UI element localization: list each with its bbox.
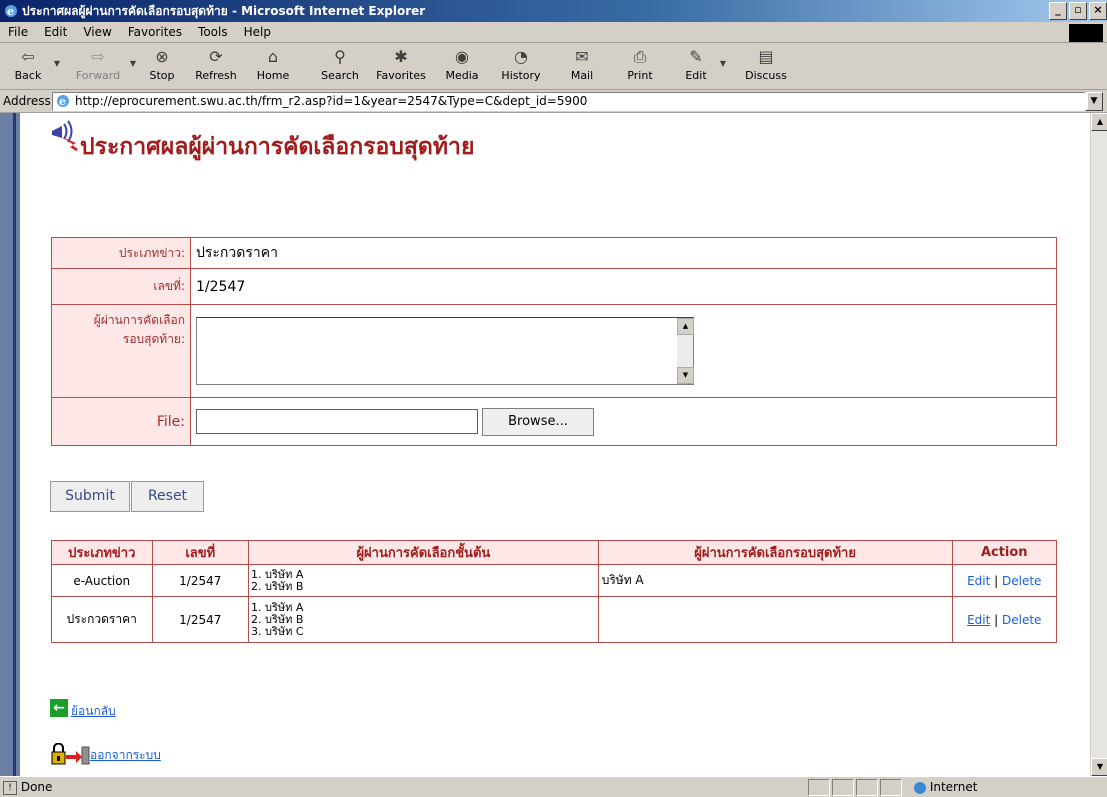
scroll-up-icon[interactable]: ▲ [677,318,694,335]
number-label: เลขที่: [51,268,191,305]
submit-button[interactable]: Submit [50,481,130,512]
print-button[interactable]: ⎙ Print [620,45,660,87]
page-scrollbar[interactable]: ▲ ▼ [1090,113,1107,776]
menu-edit[interactable]: Edit [36,25,75,39]
address-dropdown-icon[interactable]: ▼ [1085,92,1103,111]
back-button[interactable]: ⇦ Back ▼ [6,45,60,87]
results-table: ประเภทข่าว เลขที่ ผู้ผ่านการคัดเลือกชั้น… [51,540,1058,643]
media-button[interactable]: ◉ Media [438,45,486,87]
page-viewport: ประกาศผลผู้ผ่านการคัดเลือกรอบสุดท้าย ประ… [0,113,1090,776]
col-type: ประเภทข่าว [51,540,153,565]
address-bar: Address e http://eprocurement.swu.ac.th/… [0,90,1107,113]
forward-arrow-icon: ⇨ [91,47,105,66]
toolbar: ⇦ Back ▼ ⇨ Forward ▼ ⊗ Stop ⟳ Refresh ⌂ Home ⚲ S… [0,43,1107,90]
col-initial: ผู้ผ่านการคัดเลือกชั้นต้น [248,540,599,565]
search-button[interactable]: ⚲ Search [314,45,366,87]
browse-button[interactable]: Browse... [482,407,594,436]
menu-favorites[interactable]: Favorites [120,25,190,39]
svg-text:e: e [7,5,14,18]
delete-link[interactable]: Delete [1002,613,1041,627]
back-arrow-icon: ⇦ [21,47,35,66]
scroll-down-icon[interactable]: ▼ [1091,758,1107,776]
table-row: e-Auction 1/2547 1. บริษัท A 2. บริษัท B… [51,564,1058,597]
col-action: Action [951,540,1058,565]
security-zone: Internet [914,780,977,794]
edit-button[interactable]: ✎ Edit ▼ [676,45,726,87]
home-button[interactable]: ⌂ Home [250,45,296,87]
final-candidates-textarea[interactable]: ▲ ▼ [196,317,694,385]
menu-file[interactable]: File [0,25,36,39]
menu-tools[interactable]: Tools [190,25,236,39]
status-text: ! Done [3,780,52,795]
type-value: ประกวดราคา [190,237,1057,269]
menu-help[interactable]: Help [236,25,279,39]
file-input[interactable] [196,409,478,434]
type-label: ประเภทข่าว: [51,237,191,269]
refresh-button[interactable]: ⟳ Refresh [188,45,244,87]
title-bar: e ประกาศผลผู้ผ่านการคัดเลือกรอบสุดท้าย -… [0,0,1107,22]
discuss-icon: ▤ [758,47,774,66]
back-link[interactable]: ← ย้อนกลับ [50,694,116,721]
table-row: ประกวดราคา 1/2547 1. บริษัท A 2. บริษัท … [51,596,1058,643]
refresh-icon: ⟳ [209,47,223,66]
edit-link[interactable]: Edit [967,574,990,588]
window-title: ประกาศผลผู้ผ่านการคัดเลือกรอบสุดท้าย - M… [22,4,426,18]
page-title: ประกาศผลผู้ผ่านการคัดเลือกรอบสุดท้าย [80,134,475,160]
ie-icon: e [5,5,17,18]
address-label: Address [3,94,51,108]
address-url: http://eprocurement.swu.ac.th/frm_r2.asp… [75,94,588,108]
print-icon: ⎙ [633,47,647,66]
left-decor-bar [0,113,20,776]
file-label: File: [51,397,191,446]
back-arrow-icon: ← [50,698,68,717]
mail-button[interactable]: ✉ Mail [560,45,604,87]
windows-logo [1069,24,1103,42]
status-bar: ! Done Internet [0,776,1107,797]
delete-link[interactable]: Delete [1002,574,1041,588]
favorites-icon: ✱ [394,47,408,66]
maximize-button[interactable]: ▫ [1069,2,1087,20]
stop-button[interactable]: ⊗ Stop [142,45,182,87]
history-button[interactable]: ◔ History [494,45,548,87]
stop-icon: ⊗ [155,47,169,66]
search-icon: ⚲ [334,47,346,66]
page-icon: e [57,95,69,108]
col-number: เลขที่ [151,540,249,565]
menu-view[interactable]: View [75,25,119,39]
menu-bar: File Edit View Favorites Tools Help [0,22,1107,43]
discuss-button[interactable]: ▤ Discuss [740,45,792,87]
globe-icon [914,781,926,794]
forward-button[interactable]: ⇨ Forward ▼ [70,45,136,87]
final-candidates-label: ผู้ผ่านการคัดเลือก รอบสุดท้าย: [51,304,191,398]
col-final: ผู้ผ่านการคัดเลือกรอบสุดท้าย [597,540,953,565]
svg-text:e: e [59,95,66,108]
number-value: 1/2547 [190,268,1057,305]
media-icon: ◉ [455,47,469,66]
close-button[interactable]: × [1089,2,1107,20]
scroll-up-icon[interactable]: ▲ [1091,113,1107,131]
announcement-form: ประเภทข่าว: ประกวดราคา เลขที่: 1/2547 ผู… [51,237,1057,446]
history-icon: ◔ [514,47,528,66]
favorites-button[interactable]: ✱ Favorites [368,45,434,87]
textarea-scrollbar[interactable]: ▲ ▼ [677,318,694,384]
mail-icon: ✉ [575,47,589,66]
scroll-down-icon[interactable]: ▼ [677,367,694,384]
edit-icon: ✎ [689,47,703,66]
reset-button[interactable]: Reset [131,481,204,512]
address-input[interactable]: e http://eprocurement.swu.ac.th/frm_r2.a… [52,92,1088,111]
minimize-button[interactable]: _ [1049,2,1067,20]
edit-link[interactable]: Edit [967,613,990,627]
home-icon: ⌂ [267,47,279,66]
logout-icon [51,743,90,765]
page-done-icon: ! [3,780,17,795]
megaphone-icon [52,120,78,151]
logout-link[interactable]: ออกจากระบบ [50,743,161,765]
